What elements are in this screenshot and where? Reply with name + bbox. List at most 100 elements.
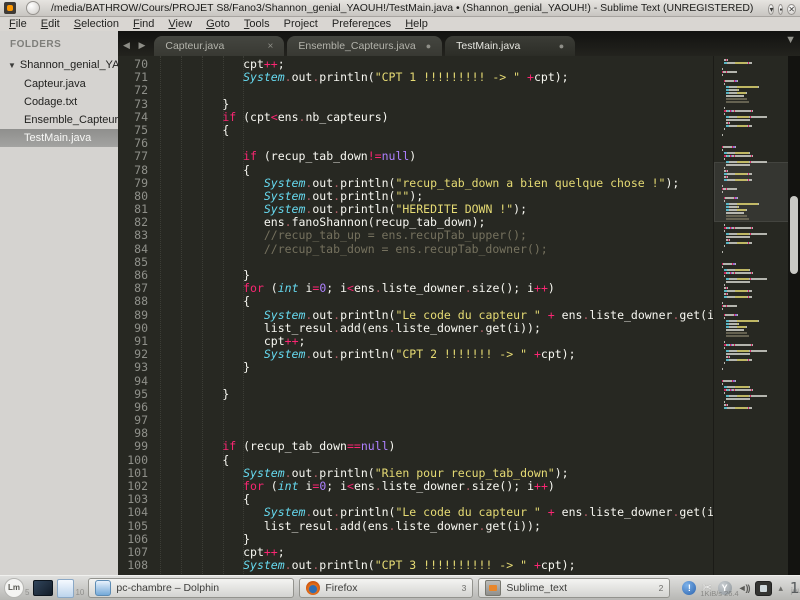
code-token: get(i)); — [485, 519, 540, 533]
code-token: + — [534, 347, 541, 361]
scrollbar-track[interactable] — [788, 56, 800, 576]
minimize-button[interactable]: ▾ — [768, 4, 774, 15]
minimap-row — [714, 236, 789, 238]
minimap-row — [714, 293, 789, 295]
code-line[interactable]: 97 — [118, 414, 713, 427]
code-line[interactable]: 99 if (recup_tab_down==null) — [118, 440, 713, 453]
menu-item-goto[interactable]: Goto — [199, 17, 237, 31]
panel-expand-icon[interactable]: ▴ — [778, 580, 783, 596]
menu-item-help[interactable]: Help — [398, 17, 435, 31]
clock-widget[interactable]: jeu. 11:28 — [791, 579, 800, 597]
code-token: . — [375, 479, 382, 493]
code-token: . — [285, 466, 292, 480]
menu-item-file[interactable]: File — [2, 17, 34, 31]
code-line[interactable]: 106 } — [118, 533, 713, 546]
window-menu-button[interactable] — [26, 1, 40, 15]
code-line[interactable]: 73 } — [118, 98, 713, 111]
maximize-button[interactable]: ▪ — [778, 4, 783, 15]
code-line[interactable]: 95 } — [118, 388, 713, 401]
taskbar-button-dolphin[interactable]: pc-chambre – Dolphin — [88, 578, 294, 598]
launcher-overlay-number: 5 — [25, 588, 29, 597]
menu-item-tools[interactable]: Tools — [237, 17, 277, 31]
code-token: "CPT 1 !!!!!!!!! -> " — [375, 70, 520, 84]
sidebar-file-ensemble_capteurs[interactable]: Ensemble_Capteurs — [0, 111, 118, 129]
disclosure-triangle-icon[interactable]: ▼ — [8, 61, 16, 70]
taskbar-button-sublime[interactable]: Sublime_text2 — [478, 578, 670, 598]
pager-icon — [57, 579, 74, 598]
folders-header: FOLDERS — [0, 31, 118, 56]
device-notifier-icon[interactable] — [755, 581, 772, 596]
taskbar-button-firefox[interactable]: Firefox3 — [299, 578, 473, 598]
code-line[interactable]: 105 list_resul.add(ens.liste_downer.get(… — [118, 520, 713, 533]
menu-item-view[interactable]: View — [161, 17, 199, 31]
tab-testmain.java[interactable]: TestMain.java● — [445, 36, 575, 56]
mint-menu-button[interactable]: Lm — [4, 578, 24, 598]
minimap-row — [714, 347, 789, 349]
show-desktop-button[interactable] — [33, 578, 53, 598]
code-token: ens — [354, 281, 375, 295]
clipboard-scissors-icon[interactable]: ✂ — [702, 580, 711, 596]
code-token: . — [465, 479, 472, 493]
code-line[interactable]: 90 list_resul.add(ens.liste_downer.get(i… — [118, 322, 713, 335]
menu-item-selection[interactable]: Selection — [67, 17, 126, 31]
code-line[interactable]: 74 if (cpt<ens.nb_capteurs) — [118, 111, 713, 124]
sidebar-file-capteur.java[interactable]: Capteur.java — [0, 75, 118, 93]
code-line[interactable]: 75 { — [118, 124, 713, 137]
usb-device-icon[interactable]: Y — [718, 581, 732, 595]
minimap-row — [714, 338, 789, 340]
code-token: fanoShannon(recup_tab_down); — [292, 215, 486, 229]
tab-ensemble_capteurs.java[interactable]: Ensemble_Capteurs.java● — [287, 36, 442, 56]
volume-icon[interactable]: ◄)) — [738, 580, 750, 596]
code-line[interactable]: 108 System.out.println("CPT 3 !!!!!!!!!!… — [118, 559, 713, 572]
code-token: null — [382, 149, 410, 163]
code-token: . — [285, 558, 292, 572]
minimap-row — [714, 245, 789, 247]
code-token: } — [222, 387, 229, 401]
code-token: i — [299, 479, 313, 493]
sidebar-file-codage.txt[interactable]: Codage.txt — [0, 93, 118, 111]
code-token — [527, 347, 534, 361]
menu-item-edit[interactable]: Edit — [34, 17, 67, 31]
menu-item-preferences[interactable]: Preferences — [325, 17, 398, 31]
tab-capteur.java[interactable]: Capteur.java× — [154, 36, 284, 56]
code-token: != — [368, 149, 382, 163]
code-line[interactable]: 94 — [118, 375, 713, 388]
firefox-icon — [306, 581, 320, 595]
menu-item-find[interactable]: Find — [126, 17, 161, 31]
minimap-row — [714, 362, 789, 364]
code-line[interactable]: 77 if (recup_tab_down!=null) — [118, 150, 713, 163]
minimap-row — [714, 68, 789, 70]
update-shield-icon[interactable]: ! — [682, 581, 696, 595]
tab-overflow-icon[interactable]: ▼ — [785, 34, 800, 56]
code-token: println( — [340, 347, 395, 361]
code-line[interactable]: 71 System.out.println("CPT 1 !!!!!!!!! -… — [118, 71, 713, 84]
tab-scroll-arrows[interactable]: ◀ ▶ — [123, 40, 148, 51]
code-token: println( — [340, 189, 395, 203]
tab-close-icon[interactable]: × — [268, 41, 274, 52]
code-token: liste_downer — [382, 281, 465, 295]
mint-logo-icon: Lm — [4, 578, 24, 598]
minimap-row — [714, 314, 789, 316]
pager-button[interactable] — [57, 578, 74, 598]
code-token: ) — [409, 149, 416, 163]
menu-item-project[interactable]: Project — [277, 17, 325, 31]
sidebar-file-testmain.java[interactable]: TestMain.java — [0, 129, 118, 147]
sidebar-folder-root[interactable]: ▼Shannon_genial_YAOUH — [0, 56, 118, 75]
minimap-row — [714, 92, 789, 94]
close-button[interactable]: ✕ — [787, 4, 796, 15]
code-line[interactable]: 72 — [118, 84, 713, 97]
code-token: System — [243, 466, 285, 480]
minimap-row — [714, 374, 789, 376]
line-number: 104 — [118, 506, 148, 519]
minimap-row — [714, 248, 789, 250]
line-number: 105 — [118, 520, 148, 533]
code-line[interactable]: 93 } — [118, 361, 713, 374]
minimap-row — [714, 281, 789, 283]
code-line[interactable]: 96 — [118, 401, 713, 414]
code-line[interactable]: 84 //recup_tab_down = ens.recupTab_downe… — [118, 243, 713, 256]
minimap-row — [714, 95, 789, 97]
minimap[interactable] — [713, 56, 789, 576]
minimap-row — [714, 59, 789, 61]
scrollbar-thumb[interactable] — [790, 196, 798, 274]
minimap-row — [714, 257, 789, 259]
